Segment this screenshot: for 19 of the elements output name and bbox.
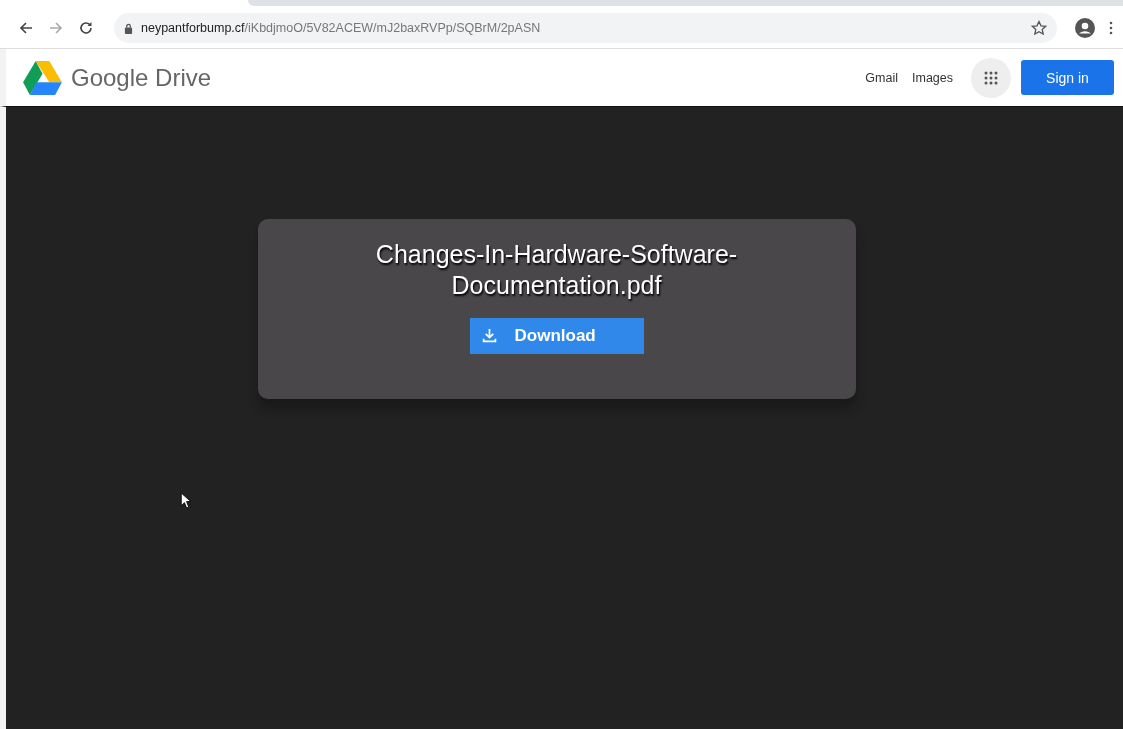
address-bar[interactable]: neypantforbump.cf/iKbdjmoO/5V82ACEW/mJ2baxRVPp/SQBrM/2pASN bbox=[114, 13, 1057, 43]
apps-grid-button[interactable] bbox=[971, 57, 1011, 98]
apps-grid-icon bbox=[984, 70, 998, 85]
lock-icon bbox=[124, 22, 133, 34]
download-button[interactable]: Download bbox=[469, 317, 644, 354]
menu-icon[interactable] bbox=[1109, 21, 1113, 35]
profile-avatar-icon[interactable] bbox=[1075, 18, 1095, 38]
file-name: Changes-In-Hardware-Software-Documentation.pdf bbox=[374, 239, 739, 302]
download-icon bbox=[481, 328, 497, 343]
header-link[interactable]: Gmail bbox=[865, 70, 898, 85]
mouse-cursor-icon bbox=[180, 492, 191, 509]
sign-in-button[interactable]: Sign in bbox=[1021, 60, 1114, 95]
bookmark-star-icon[interactable] bbox=[1031, 20, 1047, 36]
header-link[interactable]: Images bbox=[912, 70, 953, 85]
product-name: Google Drive bbox=[71, 63, 212, 92]
drive-logo-icon bbox=[23, 60, 62, 95]
url-text: neypantforbump.cf/iKbdjmoO/5V82ACEW/mJ2baxRVPp/SQBrM/2pASN bbox=[141, 21, 542, 35]
reload-icon[interactable] bbox=[78, 20, 94, 36]
back-icon[interactable] bbox=[18, 20, 34, 36]
